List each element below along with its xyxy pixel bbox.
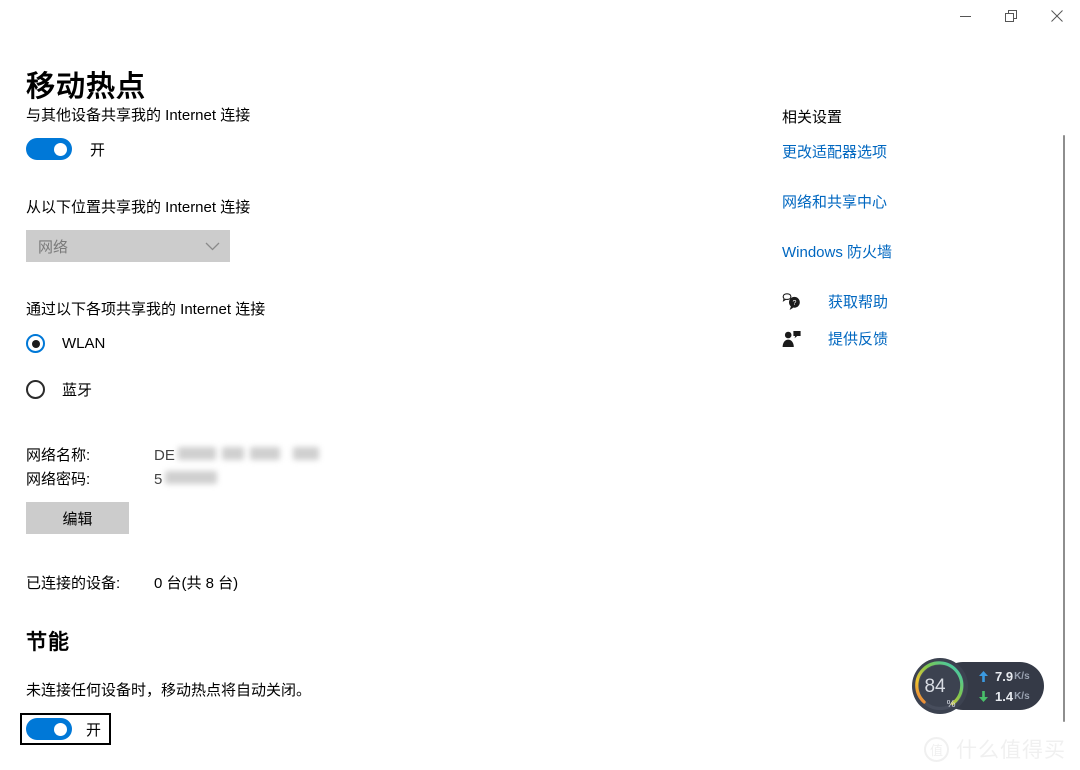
network-name-key: 网络名称: bbox=[26, 447, 91, 464]
give-feedback-row[interactable]: 提供反馈 bbox=[782, 328, 1032, 349]
toggle-switch-knob bbox=[54, 142, 67, 156]
cpu-usage-dial: 84 % bbox=[911, 658, 969, 714]
page-title: 移动热点 bbox=[26, 71, 147, 104]
upload-speed-row: 7.9 K/s bbox=[977, 666, 1044, 686]
close-button[interactable] bbox=[1034, 0, 1080, 32]
radio-icon-selected bbox=[26, 334, 45, 353]
arrow-up-icon bbox=[977, 670, 989, 682]
power-saving-toggle-state: 开 bbox=[86, 721, 102, 739]
network-monitor-widget[interactable]: 7.9 K/s 1.4 K/s 84 % bbox=[911, 658, 1044, 714]
close-icon bbox=[1051, 10, 1063, 22]
scrollbar-thumb[interactable] bbox=[1062, 135, 1065, 722]
restore-button[interactable] bbox=[988, 0, 1034, 32]
link-network-sharing-center[interactable]: 网络和共享中心 bbox=[782, 191, 887, 212]
radio-label-bluetooth: 蓝牙 bbox=[62, 382, 93, 399]
edit-button[interactable]: 编辑 bbox=[26, 502, 129, 534]
network-password-row: 网络密码: 5 bbox=[26, 468, 666, 492]
upload-speed-unit: K/s bbox=[1014, 670, 1030, 682]
link-give-feedback[interactable]: 提供反馈 bbox=[828, 328, 888, 349]
upload-speed-value: 7.9 bbox=[995, 668, 1014, 684]
download-speed-unit: K/s bbox=[1014, 690, 1030, 702]
share-via-label: 通过以下各项共享我的 Internet 连接 bbox=[26, 301, 266, 318]
watermark-badge: 值 bbox=[924, 736, 949, 762]
feedback-icon bbox=[782, 330, 808, 348]
link-get-help[interactable]: 获取帮助 bbox=[828, 291, 888, 312]
related-settings-panel: 相关设置 更改适配器选项 网络和共享中心 Windows 防火墙 ? 获取帮助 bbox=[782, 106, 1032, 365]
share-internet-toggle[interactable]: 开 bbox=[26, 138, 666, 160]
support-links: ? 获取帮助 提供反馈 bbox=[782, 291, 1032, 349]
help-icon: ? bbox=[782, 292, 808, 311]
network-name-row: 网络名称: DE bbox=[26, 444, 666, 468]
share-from-label: 从以下位置共享我的 Internet 连接 bbox=[26, 199, 251, 216]
connected-devices-key: 已连接的设备: bbox=[26, 575, 121, 592]
related-settings-heading: 相关设置 bbox=[782, 109, 843, 126]
toggle-switch-track bbox=[26, 138, 72, 160]
share-internet-label: 与其他设备共享我的 Internet 连接 bbox=[26, 107, 251, 124]
share-from-dropdown[interactable]: 网络 bbox=[26, 230, 230, 262]
minimize-button[interactable] bbox=[942, 0, 988, 32]
get-help-row[interactable]: ? 获取帮助 bbox=[782, 291, 1032, 312]
network-name-value-wrap: DE bbox=[154, 444, 322, 468]
radio-option-bluetooth[interactable]: 蓝牙 bbox=[26, 379, 666, 400]
watermark: 值 什么值得买 bbox=[924, 734, 1066, 764]
title-bar bbox=[0, 0, 1080, 32]
redaction-block bbox=[292, 447, 319, 460]
dial-label: 84 % bbox=[911, 658, 969, 714]
network-password-key: 网络密码: bbox=[26, 471, 91, 488]
radio-dot bbox=[31, 339, 40, 348]
minimize-icon bbox=[959, 15, 971, 17]
share-internet-toggle-state: 开 bbox=[90, 141, 106, 159]
radio-label-wlan: WLAN bbox=[62, 335, 106, 352]
share-from-value: 网络 bbox=[38, 238, 69, 256]
power-saving-heading: 节能 bbox=[26, 631, 70, 654]
main-column: 与其他设备共享我的 Internet 连接 开 从以下位置共享我的 Intern… bbox=[20, 106, 666, 745]
redaction-block bbox=[249, 447, 280, 460]
power-saving-toggle[interactable]: 开 bbox=[20, 713, 112, 745]
toggle-switch-knob bbox=[54, 722, 67, 736]
radio-option-wlan[interactable]: WLAN bbox=[26, 334, 666, 353]
redaction-block bbox=[165, 471, 218, 484]
watermark-text: 什么值得买 bbox=[956, 739, 1066, 762]
power-saving-description: 未连接任何设备时，移动热点将自动关闭。 bbox=[26, 682, 312, 699]
connected-devices-row: 已连接的设备: 0 台(共 8 台) bbox=[26, 572, 666, 596]
download-speed-value: 1.4 bbox=[995, 688, 1014, 704]
toggle-switch-track bbox=[26, 718, 72, 740]
download-speed-row: 1.4 K/s bbox=[977, 686, 1044, 706]
vertical-scrollbar[interactable] bbox=[1059, 135, 1068, 722]
chevron-down-icon bbox=[205, 242, 220, 251]
dial-percent-value: 84 bbox=[924, 675, 946, 697]
network-password-value-wrap: 5 bbox=[154, 468, 220, 492]
restore-icon bbox=[1004, 9, 1017, 22]
dial-percent-sign: % bbox=[946, 699, 956, 710]
network-name-value: DE bbox=[154, 447, 175, 464]
connected-devices-value: 0 台(共 8 台) bbox=[154, 575, 239, 592]
redaction-block bbox=[177, 447, 216, 460]
svg-text:?: ? bbox=[792, 300, 796, 307]
hotspot-credentials: 网络名称: DE 网络密码: 5 bbox=[26, 444, 666, 492]
network-password-value: 5 bbox=[154, 471, 163, 488]
radio-icon-unselected bbox=[26, 380, 45, 399]
arrow-down-icon bbox=[977, 690, 989, 702]
link-change-adapter-options[interactable]: 更改适配器选项 bbox=[782, 141, 887, 162]
link-windows-firewall[interactable]: Windows 防火墙 bbox=[782, 241, 892, 262]
redaction-block bbox=[221, 447, 244, 460]
